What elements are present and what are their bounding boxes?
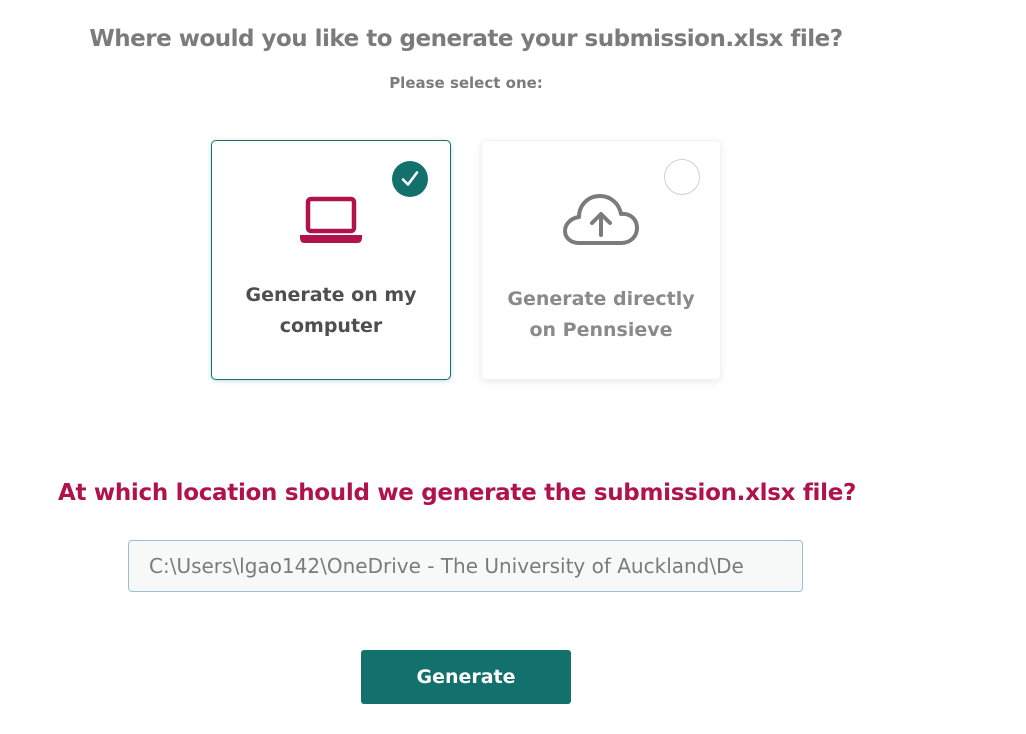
destination-question: Where would you like to generate your su… — [89, 26, 843, 52]
cloud-upload-icon — [482, 191, 720, 251]
option-label-pennsieve: Generate directly on Pennsieve — [507, 288, 695, 341]
laptop-icon — [212, 195, 450, 245]
option-card-generate-on-computer[interactable]: Generate on my computer — [211, 140, 451, 380]
option-card-generate-on-pennsieve[interactable]: Generate directly on Pennsieve — [481, 140, 721, 380]
generate-button[interactable]: Generate — [361, 650, 571, 704]
unselected-radio-icon — [664, 159, 700, 195]
save-location-path-input[interactable] — [128, 540, 803, 592]
location-question: At which location should we generate the… — [58, 480, 857, 506]
select-one-instruction: Please select one: — [389, 74, 543, 92]
selected-check-icon — [392, 161, 428, 197]
generate-submission-page: Where would you like to generate your su… — [0, 0, 1026, 734]
option-label-computer: Generate on my computer — [245, 284, 417, 337]
